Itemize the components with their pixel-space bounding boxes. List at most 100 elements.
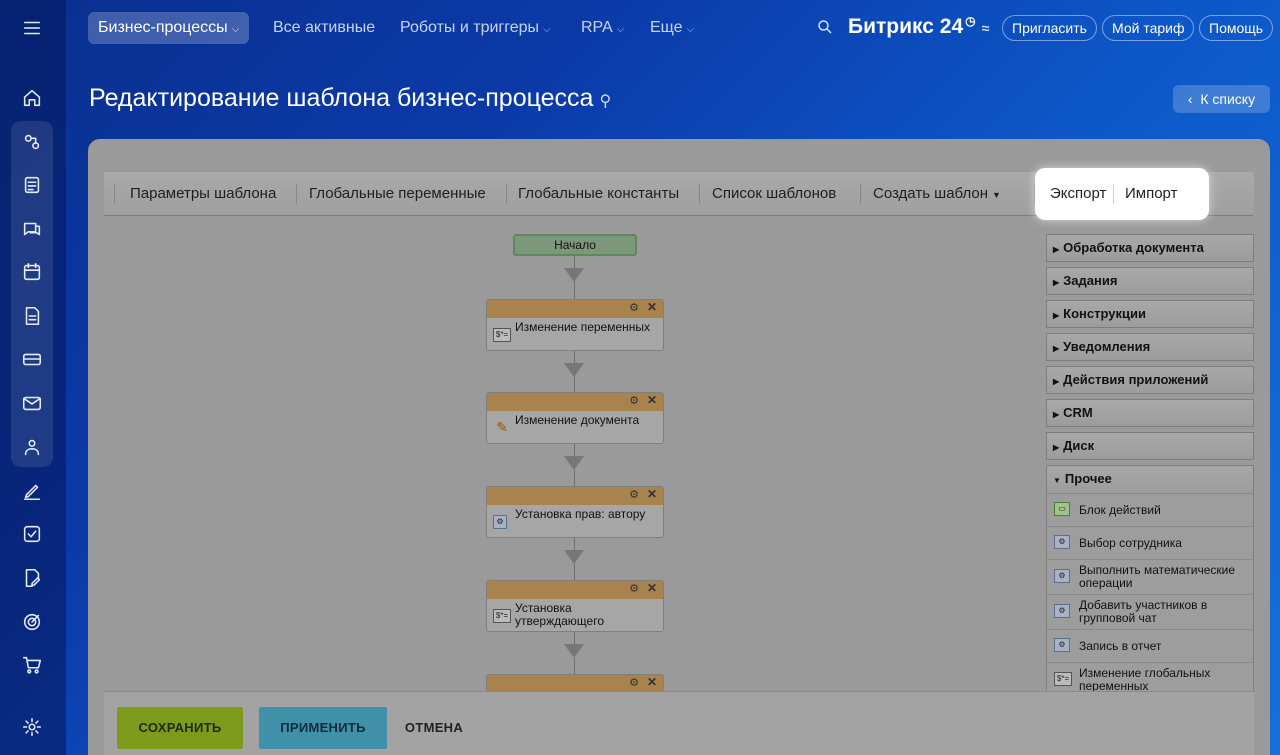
home-icon[interactable] [20,86,44,110]
close-icon[interactable]: ✕ [647,300,657,314]
template-params-button[interactable]: Параметры шаблона [130,172,276,216]
divider [114,184,115,204]
footer-bar: Сохранить Применить Отмена [104,691,1254,755]
activity-label: Изменение документа [515,413,640,427]
settings-gear-icon[interactable] [20,715,44,739]
item-label: Выполнить математические операции [1079,563,1236,590]
chevron-left-icon: ‹ [1187,91,1193,107]
pin-icon[interactable]: ⚲ [599,93,611,110]
arrow-down-icon [564,268,584,282]
activity-header: ⚙ ✕ [487,393,663,411]
edit-doc-icon[interactable] [20,566,44,590]
palette-category-open: ▼ Прочее ▭ Блок действий ⚙ Выбор сотрудника… [1046,465,1254,699]
activity-header: ⚙ ✕ [487,487,663,505]
activity-block[interactable]: ⚙ ✕ $*= Изменение переменных [486,299,664,351]
triangle-down-icon: ▼ [1053,476,1061,485]
close-icon[interactable]: ✕ [647,581,657,595]
triangle-right-icon: ▶ [1053,377,1060,386]
cancel-button[interactable]: Отмена [404,707,464,749]
menu-icon[interactable] [20,16,44,40]
divider [1034,184,1035,204]
back-to-list-button[interactable]: ‹ К списку [1173,85,1270,113]
export-button[interactable]: Экспорт [1050,172,1106,216]
palette-category[interactable]: ▼ Прочее [1047,466,1253,494]
palette-category[interactable]: ▶ Действия приложений [1046,366,1254,394]
gear-icon[interactable]: ⚙ [629,488,639,501]
connector-line [574,281,575,299]
divider [860,184,861,204]
import-button[interactable]: Импорт [1125,172,1177,216]
drive-icon[interactable] [20,347,44,371]
category-label: Конструкции [1063,306,1146,321]
divider [296,184,297,204]
arrow-down-icon [564,644,584,658]
create-template-button[interactable]: Создать шаблон ▼ [873,172,1001,216]
nav-label: RPA [581,19,613,36]
search-icon[interactable] [816,18,836,38]
save-button[interactable]: Сохранить [117,707,243,749]
close-icon[interactable]: ✕ [647,393,657,407]
shop-cart-icon[interactable] [20,653,44,677]
nav-business-processes[interactable]: Бизнес-процессы ⌵ [88,12,250,44]
activity-label: Установка прав: автору [515,507,646,521]
palette-item[interactable]: ⚙ Запись в отчет [1047,630,1253,663]
palette-category[interactable]: ▶ CRM [1046,399,1254,427]
variables-icon: $*= [1054,672,1072,686]
gear-icon[interactable]: ⚙ [629,676,639,689]
processes-icon[interactable] [20,130,44,154]
mail-icon[interactable] [20,391,44,415]
clock-icon: ◷ [965,14,976,28]
nav-rpa[interactable]: RPA ⌵ [571,12,634,44]
goals-icon[interactable] [20,610,44,634]
activity-header: ⚙ ✕ [487,581,663,599]
activity-block[interactable]: ⚙ ✕ $*= Установка утверждающего [486,580,664,632]
apply-button[interactable]: Применить [259,707,387,749]
triangle-right-icon: ▶ [1053,311,1060,320]
sign-icon[interactable] [20,479,44,503]
nav-more[interactable]: Еще ⌵ [640,12,704,44]
global-variables-button[interactable]: Глобальные переменные [309,172,486,216]
back-label: К списку [1200,91,1256,107]
settings-sliders-icon[interactable]: ≈ [982,20,990,36]
nav-all-active[interactable]: Все активные [263,12,385,44]
category-label: Диск [1063,438,1095,453]
docs-icon[interactable] [20,304,44,328]
start-node[interactable]: Начало [513,234,637,256]
variables-icon: $*= [493,609,511,623]
palette-category[interactable]: ▶ Уведомления [1046,333,1254,361]
tasks-icon[interactable] [20,522,44,546]
create-template-label: Создать шаблон [873,185,989,202]
invite-button[interactable]: Пригласить [1002,15,1097,41]
feed-icon[interactable] [20,173,44,197]
palette-category[interactable]: ▶ Обработка документа [1046,234,1254,262]
gear-icon[interactable]: ⚙ [629,582,639,595]
palette-category[interactable]: ▶ Диск [1046,432,1254,460]
activity-block[interactable]: ⚙ ✕ ✎ Изменение документа [486,392,664,444]
employees-icon[interactable] [20,435,44,459]
connector-line [574,377,575,392]
gear-icon[interactable]: ⚙ [629,301,639,314]
palette-item[interactable]: ▭ Блок действий [1047,494,1253,527]
palette-item[interactable]: ⚙ Добавить участников в групповой чат [1047,595,1253,630]
close-icon[interactable]: ✕ [647,675,657,689]
gear-icon[interactable]: ⚙ [629,394,639,407]
workflow-canvas[interactable]: Начало ⚙ ✕ $*= Изменение переменных ⚙ ✕ … [104,217,1034,726]
template-list-button[interactable]: Список шаблонов [712,172,836,216]
my-tariff-button[interactable]: Мой тариф [1102,15,1195,41]
help-button[interactable]: Помощь [1199,15,1274,41]
activity-block[interactable]: ⚙ ✕ ⚙ Установка прав: автору [486,486,664,538]
palette-category[interactable]: ▶ Задания [1046,267,1254,295]
page-title-text: Редактирование шаблона бизнес-процесса [89,84,594,112]
close-icon[interactable]: ✕ [647,487,657,501]
gear-box-icon: ⚙ [1054,604,1070,618]
chat-icon[interactable] [20,217,44,241]
global-constants-button[interactable]: Глобальные константы [518,172,679,216]
calendar-icon[interactable] [20,260,44,284]
palette-item[interactable]: ⚙ Выбор сотрудника [1047,527,1253,560]
nav-robots-triggers[interactable]: Роботы и триггеры ⌵ [390,12,561,44]
bitrix-logo[interactable]: Битрикс 24 ◷ ≈ [848,14,989,39]
palette-category[interactable]: ▶ Конструкции [1046,300,1254,328]
palette-item[interactable]: ⚙ Выполнить математические операции [1047,560,1253,595]
item-label: Добавить участников в групповой чат [1079,598,1208,625]
nav-label: Бизнес-процессы [98,19,228,36]
